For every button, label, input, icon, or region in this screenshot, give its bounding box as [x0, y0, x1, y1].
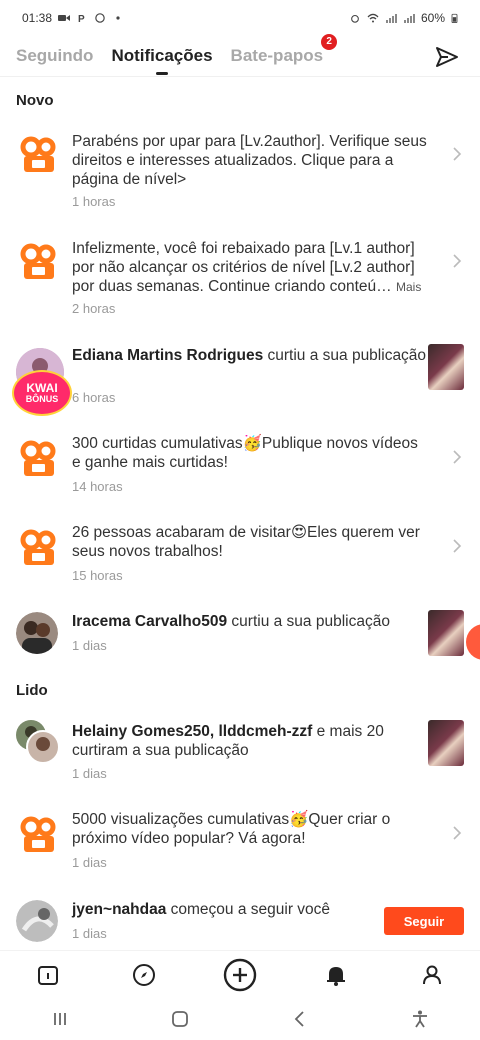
post-thumbnail[interactable]	[428, 610, 464, 656]
battery-icon	[451, 13, 458, 23]
p-app-icon: P	[78, 14, 85, 23]
notification-time: 1 dias	[72, 926, 107, 941]
user-names[interactable]: Helainy Gomes250, llddcmeh-zzf	[72, 723, 312, 740]
stacked-avatars[interactable]	[16, 720, 62, 766]
user-name[interactable]: Ediana Martins Rodrigues	[72, 347, 263, 364]
recent-apps-icon[interactable]	[50, 1009, 70, 1029]
person-icon	[423, 965, 441, 984]
dot-icon	[116, 16, 120, 20]
notification-time: 2 horas	[72, 301, 116, 316]
notification-time: 15 horas	[72, 568, 123, 583]
avatar-image	[26, 730, 60, 764]
svg-text:P: P	[78, 14, 85, 23]
whatsapp-icon	[95, 13, 105, 23]
notification-item-cumulative-views[interactable]: 5000 visualizações cumulativas🥳Quer cria…	[0, 810, 480, 878]
clock: 01:38	[22, 11, 53, 25]
notification-text: curtiu a sua publicação	[263, 347, 427, 364]
notification-text: Parabéns por upar para [Lv.2author]. Ver…	[72, 133, 427, 188]
notification-time: 6 horas	[72, 390, 116, 405]
notification-text: 26 pessoas acabaram de visitar😍Eles quer…	[72, 524, 420, 560]
home-system-icon[interactable]	[170, 1009, 190, 1029]
notification-text: Infelizmente, você foi rebaixado para [L…	[72, 240, 415, 295]
notification-text: começou a seguir você	[166, 901, 331, 918]
notification-item-cumulative-likes[interactable]: 300 curtidas cumulativas🥳Publique novos …	[0, 434, 480, 502]
nav-discover[interactable]	[126, 957, 162, 993]
kwai-logo-icon	[20, 529, 56, 565]
user-name[interactable]: jyen~nahdaa	[72, 901, 166, 918]
tab-following[interactable]: Seguindo	[16, 46, 93, 66]
nav-notifications[interactable]	[318, 957, 354, 993]
chevron-right-icon	[453, 254, 462, 268]
back-icon[interactable]	[290, 1009, 310, 1029]
user-avatar[interactable]	[16, 612, 58, 654]
user-avatar[interactable]	[16, 900, 58, 942]
notification-time: 14 horas	[72, 479, 123, 494]
system-nav	[0, 998, 480, 1040]
notification-item-level-up[interactable]: Parabéns por upar para [Lv.2author]. Ver…	[0, 130, 480, 212]
post-thumbnail[interactable]	[428, 344, 464, 390]
notification-text: 5000 visualizações cumulativas🥳Quer cria…	[72, 811, 391, 847]
notification-text: 300 curtidas cumulativas🥳Publique novos …	[72, 435, 418, 471]
tab-chats-label: Bate-papos	[230, 46, 324, 65]
header-divider	[0, 76, 480, 77]
kwai-logo-icon	[20, 243, 56, 279]
signal2-icon	[403, 14, 415, 23]
nav-home[interactable]	[30, 957, 66, 993]
notification-time: 1 horas	[72, 194, 116, 209]
bottom-nav	[0, 950, 480, 998]
nav-profile[interactable]	[414, 957, 450, 993]
battery-percent: 60%	[420, 11, 445, 25]
section-new-label: Novo	[16, 92, 54, 109]
notification-time: 1 dias	[72, 766, 107, 781]
user-name[interactable]: Iracema Carvalho509	[72, 613, 227, 630]
home-icon	[38, 965, 58, 985]
notification-time: 1 dias	[72, 855, 107, 870]
kwai-logo-icon	[20, 136, 56, 172]
notification-text: curtiu a sua publicação	[227, 613, 390, 630]
accessibility-icon[interactable]	[410, 1009, 430, 1029]
wifi-icon	[367, 13, 379, 23]
tab-notifications[interactable]: Notificações	[111, 46, 213, 75]
follow-button[interactable]: Seguir	[384, 907, 464, 935]
notification-item-like[interactable]: KWAI BÔNUS Ediana Martins Rodrigues curt…	[0, 344, 480, 416]
kwai-bonus-badge[interactable]: KWAI BÔNUS	[12, 370, 72, 416]
unread-badge: 2	[321, 34, 338, 50]
notification-item-level-down[interactable]: Infelizmente, você foi rebaixado para [L…	[0, 237, 480, 319]
compass-icon	[133, 963, 155, 986]
video-icon	[58, 15, 71, 21]
notification-item-visitors[interactable]: 26 pessoas acabaram de visitar😍Eles quer…	[0, 523, 480, 591]
top-tabs: Seguindo Notificações Bate-papos 2	[0, 34, 480, 76]
avatar-image	[16, 612, 58, 654]
nav-create[interactable]	[222, 957, 258, 993]
post-thumbnail[interactable]	[428, 720, 464, 766]
section-read-label: Lido	[16, 682, 48, 699]
tab-chats[interactable]: Bate-papos 2	[230, 34, 338, 66]
chevron-right-icon	[453, 147, 462, 161]
send-icon[interactable]	[434, 44, 460, 70]
status-bar: 01:38 P 60%	[0, 0, 480, 36]
more-link[interactable]: Mais	[396, 280, 421, 294]
bonus-badge-line2: BÔNUS	[25, 394, 59, 404]
kwai-logo-icon	[20, 816, 56, 852]
chevron-right-icon	[453, 539, 462, 553]
notification-item-follow[interactable]: jyen~nahdaa começou a seguir você 1 dias…	[0, 898, 480, 946]
signal-icon	[385, 14, 397, 23]
notification-time: 1 dias	[72, 638, 107, 653]
bonus-badge-line1: KWAI	[26, 381, 58, 395]
plus-circle-icon	[223, 958, 257, 991]
avatar-image	[16, 900, 58, 942]
chevron-right-icon	[453, 826, 462, 840]
kwai-logo-icon	[20, 440, 56, 476]
bell-icon	[327, 966, 345, 986]
alarm-icon	[351, 14, 359, 23]
notification-item-group-like[interactable]: Helainy Gomes250, llddcmeh-zzf e mais 20…	[0, 720, 480, 788]
notification-item-like[interactable]: Iracema Carvalho509 curtiu a sua publica…	[0, 610, 480, 666]
chevron-right-icon	[453, 450, 462, 464]
